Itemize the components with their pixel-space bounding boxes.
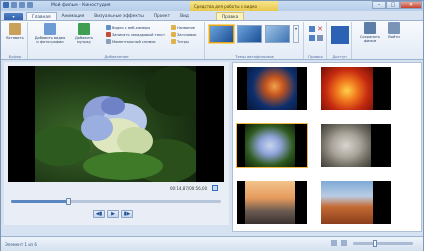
webcam-icon xyxy=(106,25,111,30)
film-save-icon xyxy=(364,22,376,34)
save-movie-button[interactable]: Сохранить фильм xyxy=(357,22,383,43)
storyboard xyxy=(232,62,422,232)
quick-access-toolbar xyxy=(3,2,33,8)
hydrangea-thumbnail xyxy=(245,124,295,167)
zoom-out-icon[interactable] xyxy=(341,240,347,246)
group-label-editing: Правка xyxy=(308,54,323,59)
jellyfish-thumbnail xyxy=(247,67,297,110)
playback-controls: ◀▮ ▶ ▮▶ xyxy=(93,210,133,218)
camera-icon xyxy=(106,39,111,44)
clip-lighthouse[interactable] xyxy=(237,181,307,224)
music-note-icon xyxy=(78,23,90,35)
group-clipboard: Вставить Буфер xyxy=(3,22,28,59)
themes-more-button[interactable]: ▾ xyxy=(293,25,299,43)
add-video-photo-label: Добавить видео и фотографии xyxy=(34,36,66,44)
title-icon xyxy=(171,25,176,30)
clip-flower[interactable] xyxy=(321,67,391,110)
seek-progress xyxy=(11,200,68,203)
add-music-label: Добавить музыку xyxy=(74,36,94,44)
group-themes: ▾ Темы автофильмов xyxy=(206,22,304,59)
webcam-video-button[interactable]: Видео с веб-камеры xyxy=(106,25,150,30)
minimize-button[interactable]: – xyxy=(372,1,386,9)
play-button[interactable]: ▶ xyxy=(107,210,119,218)
next-frame-button[interactable]: ▮▶ xyxy=(121,210,133,218)
lighthouse-thumbnail xyxy=(245,181,295,224)
select-all-icon[interactable] xyxy=(317,35,323,41)
credits-icon xyxy=(171,39,176,44)
theme-thumbnail-3[interactable] xyxy=(265,25,290,43)
add-video-photo-button[interactable]: Добавить видео и фотографии xyxy=(33,23,67,44)
film-photo-icon xyxy=(44,23,56,35)
group-editing: ✕ Правка xyxy=(305,22,327,59)
rotate-left-icon[interactable] xyxy=(309,26,315,32)
undo-icon[interactable] xyxy=(19,2,25,8)
video-preview[interactable] xyxy=(8,66,224,182)
sign-in-button[interactable]: Войти xyxy=(385,22,403,39)
caption-label: Заголовок xyxy=(177,32,197,37)
cloud-share-icon[interactable] xyxy=(331,26,349,44)
zoom-thumb[interactable] xyxy=(373,240,377,247)
theme-thumbnail-2[interactable] xyxy=(237,25,262,43)
ribbon: Вставить Буфер Добавить видео и фотограф… xyxy=(1,20,423,60)
clip-desert[interactable] xyxy=(321,181,391,224)
status-bar: Элемент 1 из 6 xyxy=(1,236,423,251)
preview-photo-hydrangea xyxy=(35,66,196,182)
seek-bar[interactable] xyxy=(11,198,221,205)
flower-thumbnail xyxy=(321,67,373,110)
group-add: Добавить видео и фотографии Добавить муз… xyxy=(29,22,205,59)
app-window: Мой фильм - Киностудия Средства для рабо… xyxy=(0,0,424,251)
zoom-slider[interactable] xyxy=(353,240,413,247)
group-label-share: Доступ xyxy=(332,54,347,59)
previous-frame-button[interactable]: ◀▮ xyxy=(93,210,105,218)
group-label-themes: Темы автофильмов xyxy=(235,54,274,59)
microphone-icon xyxy=(106,32,111,37)
status-text: Элемент 1 из 6 xyxy=(5,242,37,247)
remove-icon[interactable]: ✕ xyxy=(317,26,323,33)
save-icon[interactable] xyxy=(11,2,17,8)
sign-in-label: Войти xyxy=(388,35,400,39)
title-bar: Мой фильм - Киностудия Средства для рабо… xyxy=(1,1,423,11)
storyboard-view-icon[interactable] xyxy=(331,240,337,246)
paste-label: Вставить xyxy=(6,36,24,40)
record-narration-label: Записать закадровый текст xyxy=(112,32,166,37)
credits-label: Титры xyxy=(177,39,189,44)
snapshot-button[interactable]: Моментальный снимок xyxy=(106,39,156,44)
record-narration-button[interactable]: Записать закадровый текст xyxy=(106,32,165,37)
caption-icon xyxy=(171,32,176,37)
fullscreen-icon[interactable] xyxy=(212,185,218,191)
seek-thumb[interactable] xyxy=(65,198,71,205)
webcam-video-label: Видео с веб-камеры xyxy=(112,25,151,30)
snapshot-label: Моментальный снимок xyxy=(112,39,156,44)
group-label-add: Добавление xyxy=(104,54,129,59)
window-controls: – □ ✕ xyxy=(372,1,422,9)
close-button[interactable]: ✕ xyxy=(400,1,422,9)
timecode: 00:14,87/00:56,00 xyxy=(170,186,208,191)
theme-thumbnail-1[interactable] xyxy=(209,25,234,43)
caption-button[interactable]: Заголовок xyxy=(171,32,197,37)
context-caption: Средства для работы с видео xyxy=(190,1,278,11)
user-icon xyxy=(388,22,400,34)
maximize-button[interactable]: □ xyxy=(386,1,400,9)
clip-jellyfish[interactable] xyxy=(237,67,307,110)
save-movie-label: Сохранить фильм xyxy=(359,35,381,43)
redo-icon[interactable] xyxy=(27,2,33,8)
group-share: Доступ xyxy=(328,22,352,59)
title-label: Название xyxy=(177,25,196,30)
koala-thumbnail xyxy=(321,124,371,167)
clip-hydrangea[interactable] xyxy=(236,123,308,168)
hydrangea-image xyxy=(35,66,196,182)
add-music-button[interactable]: Добавить музыку xyxy=(73,23,95,44)
rotate-right-icon[interactable] xyxy=(309,35,315,41)
app-menu-icon[interactable] xyxy=(3,2,9,8)
desert-thumbnail xyxy=(321,181,373,224)
window-title: Мой фильм - Киностудия xyxy=(51,3,111,8)
paste-button[interactable]: Вставить xyxy=(5,23,25,40)
paste-icon xyxy=(9,23,21,35)
credits-button[interactable]: Титры xyxy=(171,39,189,44)
clip-koala[interactable] xyxy=(321,124,391,167)
group-label-clipboard: Буфер xyxy=(8,54,22,59)
title-button[interactable]: Название xyxy=(171,25,195,30)
